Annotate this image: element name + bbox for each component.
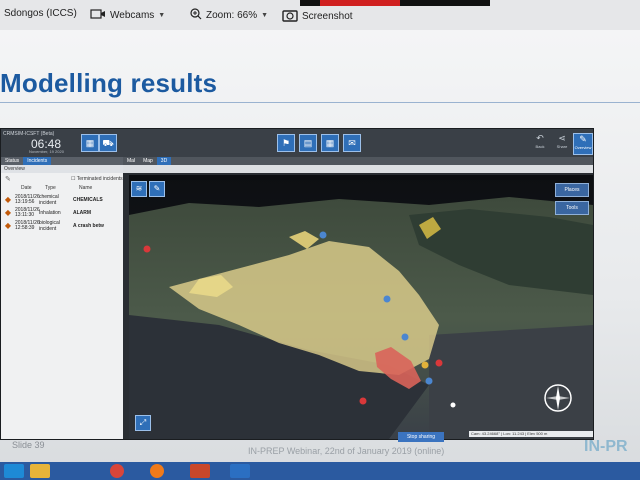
layers-button[interactable]: ≋ [131, 181, 147, 197]
calendar-icon: ▦ [85, 138, 95, 148]
grid-button[interactable]: ▦ [321, 134, 339, 152]
flag-icon: ⚑ [281, 138, 291, 148]
incident-row[interactable]: ◆ 2018/11/26 12:58:39 biological inciden… [1, 219, 123, 232]
tab-status[interactable]: Status [1, 157, 23, 165]
incident-row[interactable]: ◆ 2018/11/26 13:11:30 Inhalation ALARM [1, 206, 123, 219]
overview-filter[interactable]: Overview [1, 165, 123, 173]
tab-3d[interactable]: 3D [156, 157, 172, 165]
screenshot-button[interactable]: Screenshot [282, 8, 353, 25]
chrome-icon[interactable] [110, 464, 124, 478]
share-icon: ⋖ [558, 133, 566, 143]
incident-name: CHEMICALS [73, 196, 103, 203]
webcams-button[interactable]: Webcams ▼ [90, 8, 165, 23]
warning-icon: ◆ [4, 208, 12, 217]
camera-readout: Cam: 43.24668° | Lon: 11.243 | Elev 500 … [469, 431, 593, 437]
column-name[interactable]: Name [79, 185, 92, 193]
draw-button[interactable]: ✎ [149, 181, 165, 197]
incident-name: ALARM [73, 209, 92, 216]
incident-name: A crash betw [73, 222, 104, 229]
mail-icon: ✉ [348, 138, 356, 148]
edit-icon[interactable]: ✎ [5, 175, 11, 183]
incident-row[interactable]: ◆ 2018/11/26 13:19:56 chemical incident … [1, 193, 123, 206]
fullscreen-button[interactable]: ⤢ [135, 415, 151, 431]
share-label: Share [556, 144, 568, 149]
terminated-incidents-toggle[interactable]: ☐ Terminated incidents [71, 176, 123, 182]
pencil-icon: ✎ [153, 184, 161, 193]
webcams-label: Webcams [110, 10, 155, 21]
zoom-button[interactable]: Zoom: 66% ▼ [190, 8, 268, 23]
overview-button[interactable]: ✎ Overview [573, 133, 593, 155]
fullscreen-icon: ⤢ [139, 418, 147, 427]
clipboard-button[interactable]: ▤ [299, 134, 317, 152]
meeting-name-label: Sdongos (ICCS) [4, 8, 77, 19]
layers-icon: ≋ [135, 184, 143, 193]
terminated-label: Terminated incidents [76, 176, 123, 182]
map-info-strip [123, 165, 593, 173]
calendar-button[interactable]: ▦ [81, 134, 99, 152]
pencil-icon: ✎ [579, 134, 587, 144]
share-button[interactable]: ⋖ Share [553, 133, 571, 153]
word-icon[interactable] [230, 464, 250, 478]
chevron-down-icon: ▼ [261, 12, 269, 19]
presenter-bar [300, 0, 490, 6]
camera-icon [282, 8, 298, 25]
overview-label: Overview [574, 145, 592, 150]
map-3d-view[interactable]: ≋ ✎ Places Tools ⤢ Cam: 43.24668° | Lon:… [129, 175, 593, 439]
incident-tools: ✎ ☐ Terminated incidents [1, 173, 123, 185]
back-label: Back [535, 144, 545, 149]
app-date: November, 19 2020 [29, 149, 64, 154]
slide-number: Slide 39 [12, 440, 45, 450]
incident-type: chemical incident [39, 193, 59, 206]
mail-button[interactable]: ✉ [343, 134, 361, 152]
incident-date: 2018/11/26 13:19:56 [15, 193, 40, 205]
tab-map[interactable]: Map [139, 157, 157, 165]
incident-tabs: Status Incidents [1, 157, 123, 165]
tab-mal[interactable]: Mal [123, 157, 139, 165]
back-icon: ↶ [536, 133, 544, 143]
app-header: CRMSIM-ICSFT (Beta) 06:48 November, 19 2… [1, 129, 593, 157]
clipboard-icon: ▤ [303, 138, 313, 148]
car-icon: ⛟ [102, 138, 114, 148]
incident-type: biological incident [39, 219, 60, 232]
start-icon[interactable] [4, 464, 24, 478]
presentation-slide: Modelling results CRMSIM-ICSFT (Beta) 06… [0, 30, 640, 468]
incident-date: 2018/11/26 13:11:30 [15, 206, 40, 218]
stop-sharing-button[interactable]: Stop sharing [398, 432, 444, 442]
incident-date: 2018/11/26 12:58:39 [15, 219, 40, 231]
firefox-icon[interactable] [150, 464, 164, 478]
warning-icon: ◆ [4, 221, 12, 230]
zoom-label: Zoom: 66% [206, 10, 258, 21]
title-divider [0, 102, 640, 103]
screenshot-label: Screenshot [302, 11, 353, 22]
webcam-icon [90, 8, 106, 23]
column-date[interactable]: Date [21, 185, 45, 193]
taskbar [0, 462, 640, 480]
incident-type: Inhalation [39, 209, 61, 216]
brand-logo: IN-PR [584, 438, 628, 455]
back-button[interactable]: ↶ Back [531, 133, 549, 153]
vehicle-button[interactable]: ⛟ [99, 134, 117, 152]
meeting-name: Sdongos (ICCS) [4, 8, 77, 19]
tab-incidents[interactable]: Incidents [23, 157, 52, 165]
file-explorer-icon[interactable] [30, 464, 50, 478]
recording-indicator [320, 0, 400, 6]
warning-icon: ◆ [4, 195, 12, 204]
embedded-application: CRMSIM-ICSFT (Beta) 06:48 November, 19 2… [0, 128, 594, 440]
places-button[interactable]: Places [555, 183, 589, 197]
powerpoint-icon[interactable] [190, 464, 210, 478]
slide-title: Modelling results [0, 68, 218, 98]
zoom-icon [190, 8, 202, 23]
compass-icon[interactable] [543, 383, 573, 413]
slide-footer: IN-PREP Webinar, 22nd of January 2019 (o… [248, 446, 445, 456]
flag-button[interactable]: ⚑ [277, 134, 295, 152]
tools-button[interactable]: Tools [555, 201, 589, 215]
chevron-down-icon: ▼ [158, 12, 166, 19]
grid-icon: ▦ [325, 138, 335, 148]
incident-columns: Date Type Name [1, 185, 123, 193]
terrain-render [129, 175, 593, 439]
webinar-toolbar: Sdongos (ICCS) Webcams ▼ Zoom: 66% ▼ Scr… [0, 0, 640, 31]
map-tabs: Mal Map 3D [123, 157, 593, 165]
column-type[interactable]: Type [45, 185, 79, 193]
incidents-panel: Status Incidents Overview ✎ ☐ Terminated… [1, 157, 123, 439]
